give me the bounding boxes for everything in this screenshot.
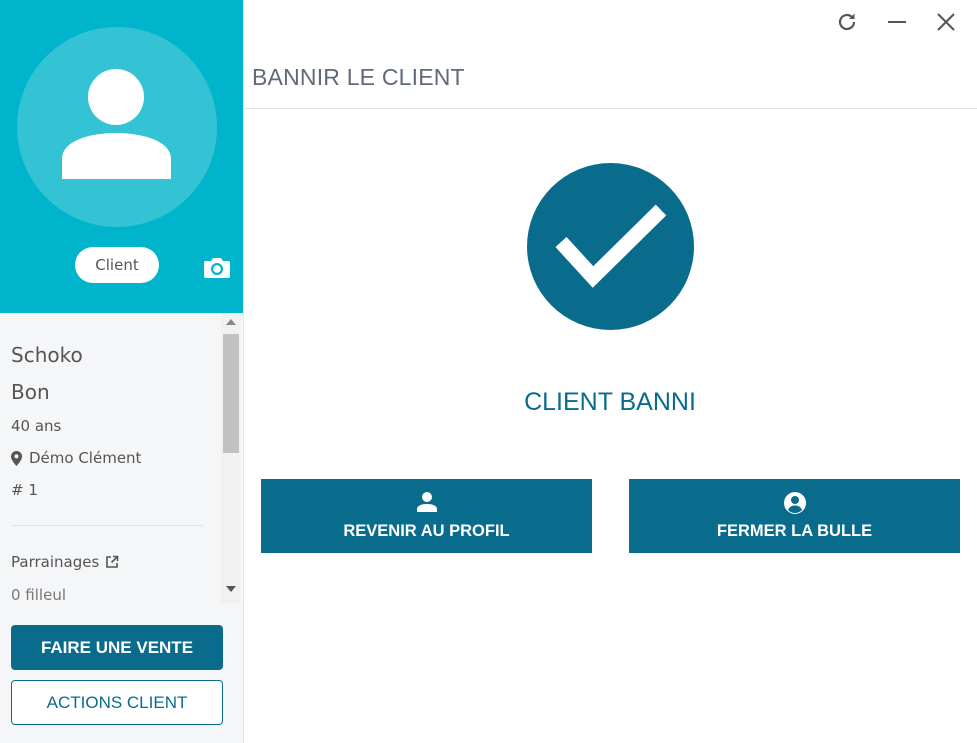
header-divider [243,108,977,109]
parrainages-label: Parrainages [11,553,100,571]
client-info-scroll[interactable]: Schoko Bon 40 ans Démo Clément # 1 Parra… [0,313,243,603]
back-to-profile-label: REVENIR AU PROFIL [343,522,510,540]
refresh-icon[interactable] [835,10,859,34]
minimize-icon[interactable] [885,10,909,34]
external-link-icon [106,555,119,568]
client-first-name: Schoko [11,343,83,367]
person-icon [62,69,171,179]
client-id: # 1 [11,481,38,499]
close-bubble-label: FERMER LA BULLE [716,522,873,540]
role-badge: Client [75,247,159,283]
client-location-label: Démo Clément [29,449,142,467]
scroll-down-arrow-icon[interactable] [226,586,236,592]
client-last-name: Bon [11,380,50,404]
divider [11,525,203,526]
account-circle-icon [783,492,806,514]
client-sidebar: Client Schoko Bon 40 ans Démo Clément # … [0,0,244,743]
client-location: Démo Clément [11,449,141,467]
client-actions-button[interactable]: ACTIONS CLIENT [11,680,223,725]
status-text: CLIENT BANNI [524,388,696,416]
check-circle-icon [527,163,694,330]
close-bubble-button[interactable]: FERMER LA BULLE [629,479,960,553]
parrainages-link[interactable]: Parrainages [11,553,119,571]
filleul-count: 0 filleul [11,586,66,603]
camera-icon[interactable] [203,255,231,279]
scroll-thumb[interactable] [223,334,239,453]
page-title: BANNIR LE CLIENT [252,64,465,90]
client-age: 40 ans [11,417,62,435]
close-icon[interactable] [934,10,958,34]
person-icon [416,492,437,512]
avatar [17,27,217,227]
make-sale-button[interactable]: FAIRE UNE VENTE [11,625,223,670]
sidebar-header: Client [0,0,243,313]
sidebar-scrollbar[interactable] [221,313,241,603]
scroll-up-arrow-icon[interactable] [226,319,236,325]
back-to-profile-button[interactable]: REVENIR AU PROFIL [261,479,592,553]
location-pin-icon [11,450,22,466]
